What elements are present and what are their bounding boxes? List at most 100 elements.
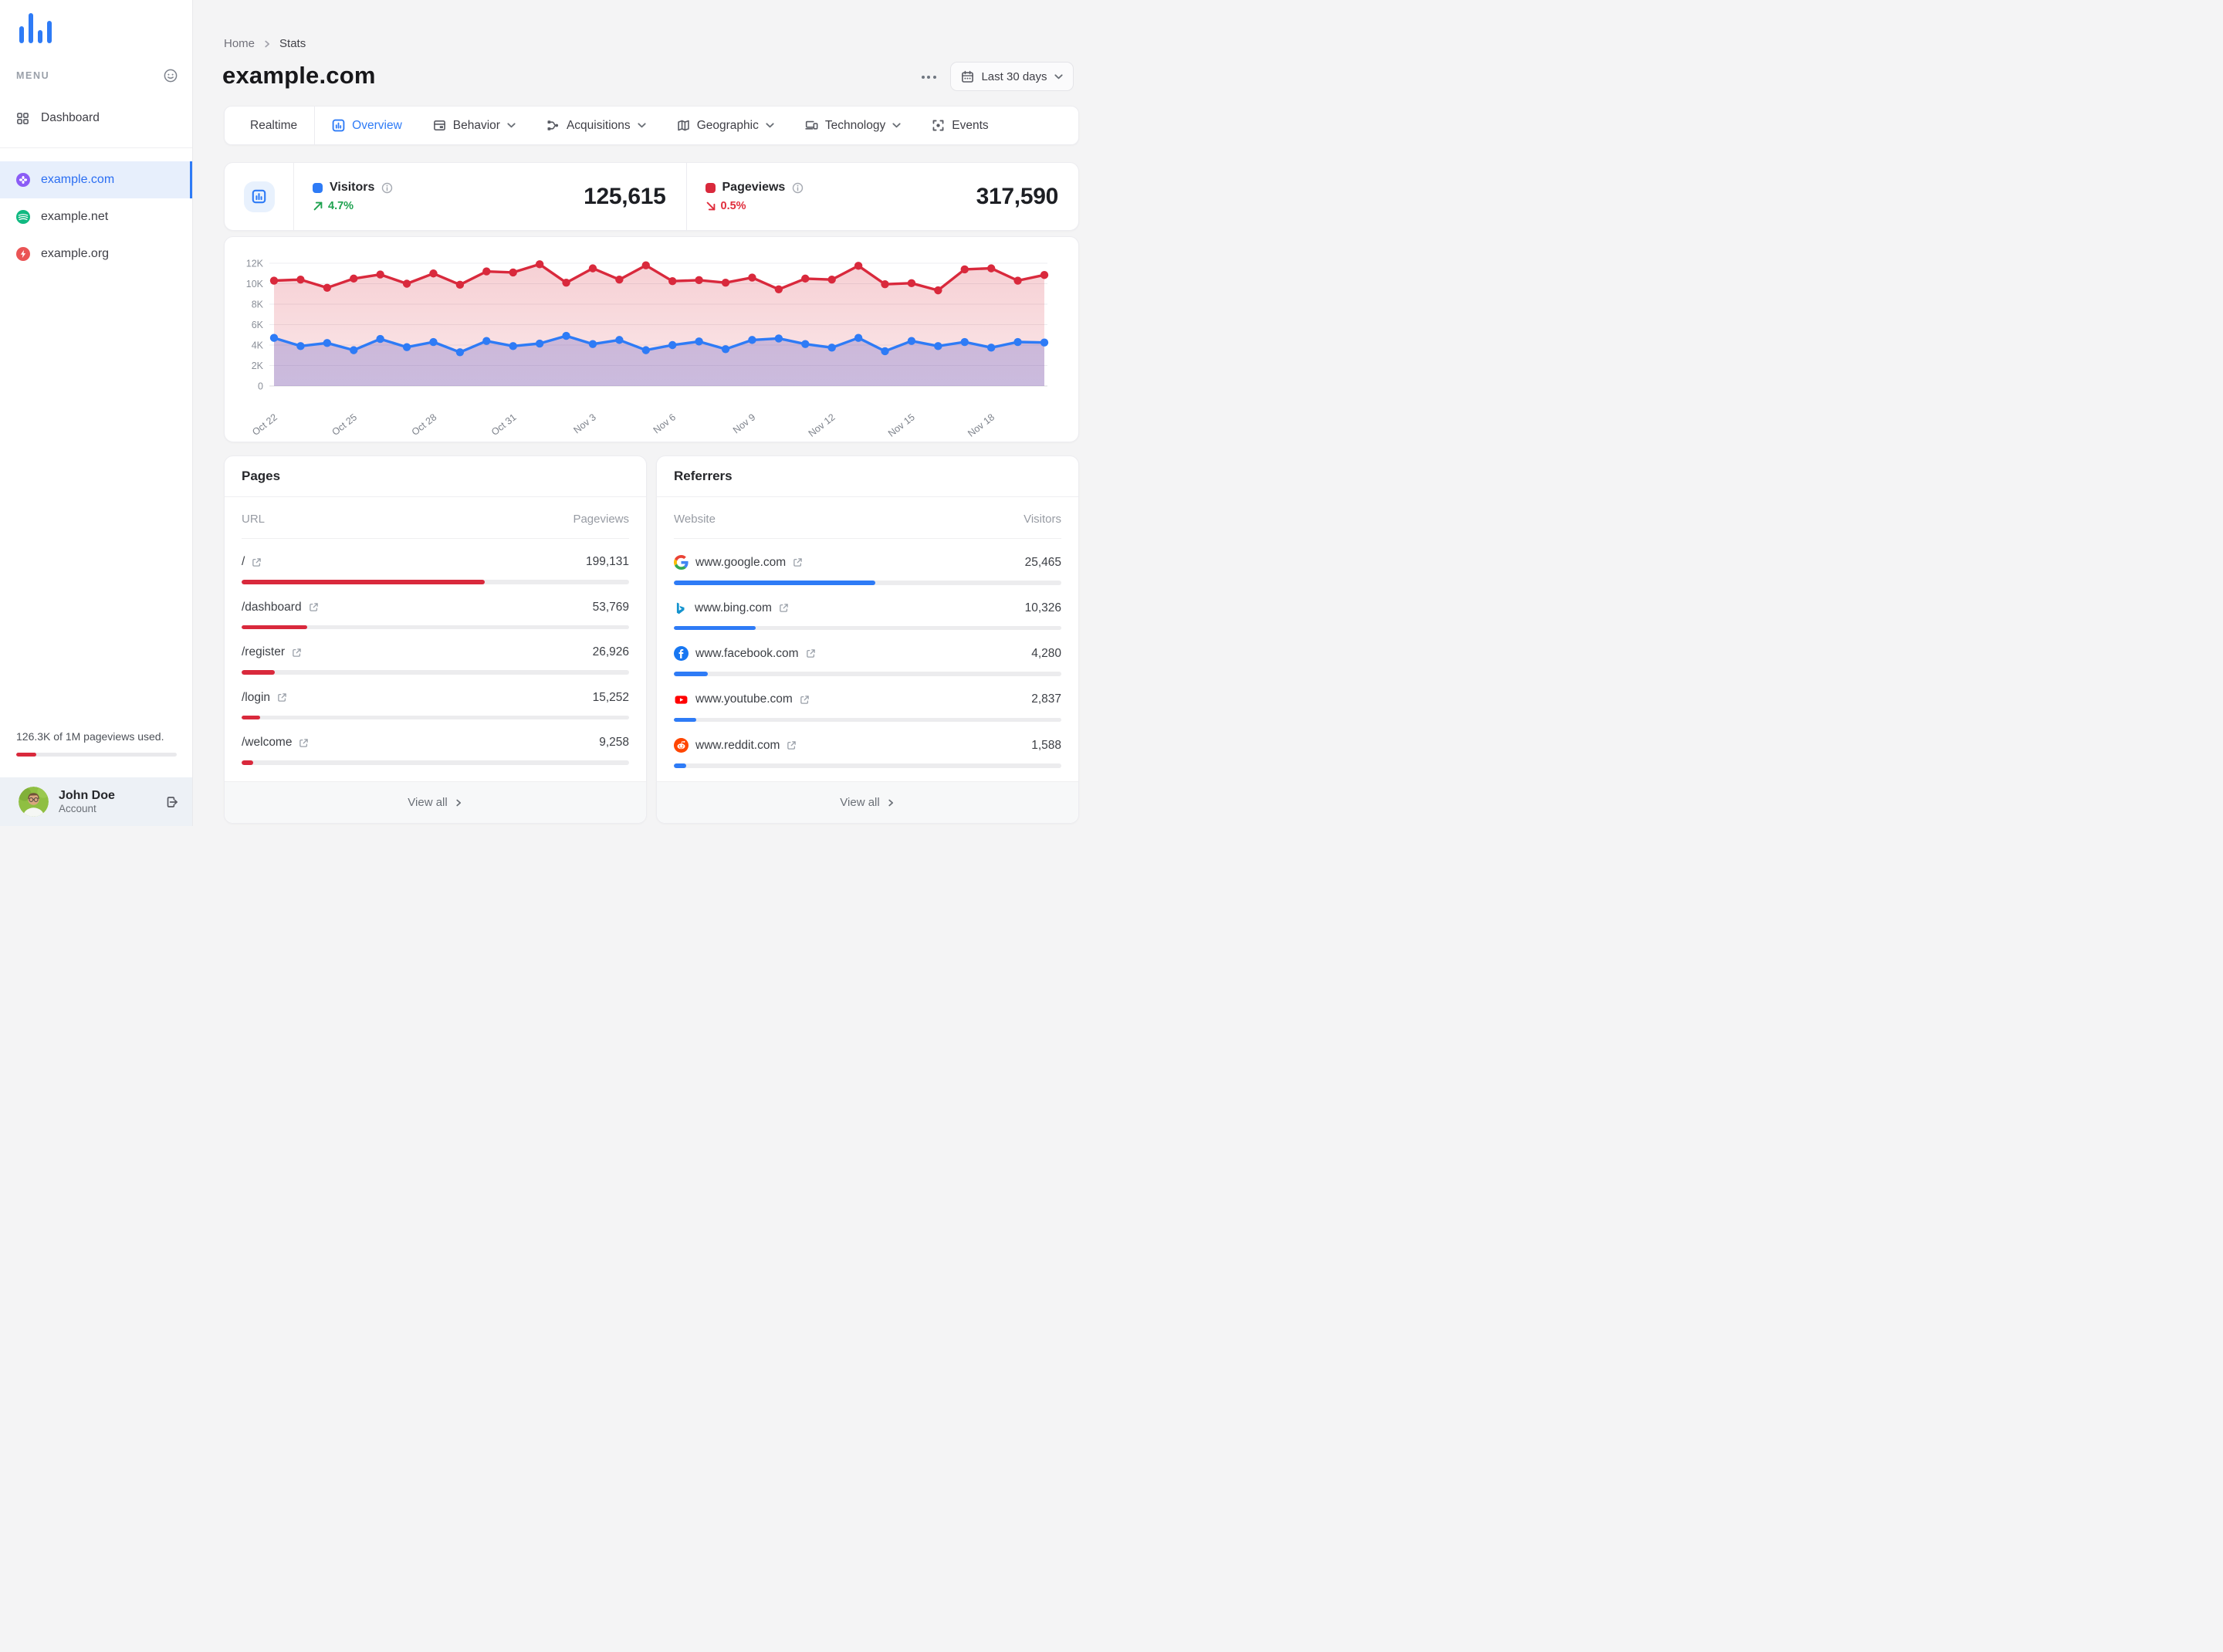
external-link-icon[interactable] bbox=[277, 692, 287, 702]
tab-technology[interactable]: Technology bbox=[790, 107, 916, 144]
visitors-data-point[interactable] bbox=[323, 339, 332, 347]
external-link-icon[interactable] bbox=[252, 557, 262, 567]
external-link-icon[interactable] bbox=[299, 738, 309, 748]
visitors-data-point[interactable] bbox=[455, 348, 465, 357]
pageviews-data-point[interactable] bbox=[535, 260, 544, 269]
visitors-data-point[interactable] bbox=[296, 342, 305, 350]
pageviews-data-point[interactable] bbox=[296, 276, 305, 284]
tab-acquisitions[interactable]: Acquisitions bbox=[531, 107, 661, 144]
more-options-button[interactable] bbox=[915, 69, 942, 85]
pageviews-data-point[interactable] bbox=[350, 274, 358, 283]
page-link[interactable]: /dashboard bbox=[242, 601, 319, 614]
sidebar-site-example.net[interactable]: example.net bbox=[0, 198, 192, 235]
info-icon[interactable] bbox=[792, 182, 804, 194]
pageviews-data-point[interactable] bbox=[641, 261, 650, 269]
visitors-data-point[interactable] bbox=[960, 337, 969, 347]
visitors-data-point[interactable] bbox=[402, 343, 411, 351]
tab-realtime[interactable]: Realtime bbox=[228, 107, 313, 144]
visitors-data-point[interactable] bbox=[986, 344, 996, 352]
pageviews-data-point[interactable] bbox=[960, 265, 969, 274]
tab-behavior[interactable]: Behavior bbox=[418, 107, 531, 144]
external-link-icon[interactable] bbox=[787, 740, 797, 750]
visitors-data-point[interactable] bbox=[509, 342, 517, 350]
date-range-button[interactable]: Last 30 days bbox=[950, 62, 1074, 91]
referrer-link[interactable]: www.bing.com bbox=[674, 601, 789, 615]
external-link-icon[interactable] bbox=[800, 695, 810, 705]
visitors-data-point[interactable] bbox=[376, 334, 384, 344]
visitors-data-point[interactable] bbox=[774, 334, 783, 343]
pages-view-all-button[interactable]: View all bbox=[225, 781, 646, 823]
pageviews-data-point[interactable] bbox=[482, 267, 491, 276]
tab-geographic[interactable]: Geographic bbox=[661, 107, 790, 144]
pageviews-data-point[interactable] bbox=[615, 276, 624, 284]
visitors-data-point[interactable] bbox=[827, 344, 836, 352]
external-link-icon[interactable] bbox=[309, 602, 319, 612]
referrer-link[interactable]: www.facebook.com bbox=[674, 646, 816, 661]
external-link-icon[interactable] bbox=[292, 648, 302, 658]
pageviews-data-point[interactable] bbox=[774, 285, 783, 293]
visitors-data-point[interactable] bbox=[482, 337, 491, 345]
external-link-icon[interactable] bbox=[779, 603, 789, 613]
pageviews-data-point[interactable] bbox=[376, 270, 384, 279]
account-button[interactable]: John Doe Account bbox=[0, 777, 192, 826]
referrer-link[interactable]: www.youtube.com bbox=[674, 692, 810, 707]
visitors-data-point[interactable] bbox=[695, 337, 703, 346]
visitors-data-point[interactable] bbox=[615, 336, 624, 344]
page-link[interactable]: / bbox=[242, 555, 262, 569]
visitors-data-point[interactable] bbox=[429, 337, 438, 347]
sidebar-site-example.org[interactable]: example.org bbox=[0, 235, 192, 273]
pageviews-data-point[interactable] bbox=[269, 276, 279, 285]
pageviews-data-point[interactable] bbox=[827, 276, 836, 284]
face-icon[interactable] bbox=[163, 68, 178, 83]
visitors-data-point[interactable] bbox=[668, 340, 677, 350]
pageviews-data-point[interactable] bbox=[323, 283, 332, 292]
info-icon[interactable] bbox=[381, 182, 393, 194]
breadcrumb-home-link[interactable]: Home bbox=[224, 37, 255, 50]
pageviews-data-point[interactable] bbox=[1040, 271, 1049, 279]
sidebar-site-example.com[interactable]: example.com bbox=[0, 161, 192, 198]
visitors-data-point[interactable] bbox=[881, 347, 889, 356]
referrers-view-all-button[interactable]: View all bbox=[657, 781, 1078, 823]
visitors-data-point[interactable] bbox=[907, 337, 916, 345]
pageviews-data-point[interactable] bbox=[881, 279, 889, 289]
pageviews-data-point[interactable] bbox=[588, 264, 597, 273]
page-link[interactable]: /register bbox=[242, 645, 302, 659]
pageviews-data-point[interactable] bbox=[455, 280, 465, 289]
visitors-data-point[interactable] bbox=[535, 339, 544, 348]
bar-chart-logo-icon[interactable] bbox=[19, 11, 52, 43]
pageviews-data-point[interactable] bbox=[509, 268, 517, 277]
pageviews-data-point[interactable] bbox=[402, 279, 411, 288]
visitors-data-point[interactable] bbox=[1013, 337, 1022, 347]
visitors-data-point[interactable] bbox=[269, 333, 279, 342]
pageviews-data-point[interactable] bbox=[986, 264, 996, 273]
sidebar-item-dashboard[interactable]: Dashboard bbox=[0, 101, 192, 135]
visitors-data-point[interactable] bbox=[721, 345, 730, 354]
referrer-link[interactable]: www.reddit.com bbox=[674, 738, 797, 753]
page-link[interactable]: /welcome bbox=[242, 736, 309, 750]
pageviews-data-point[interactable] bbox=[429, 269, 438, 278]
pageviews-data-point[interactable] bbox=[721, 278, 730, 287]
visitors-data-point[interactable] bbox=[588, 340, 597, 348]
pageviews-data-point[interactable] bbox=[1013, 276, 1022, 285]
pageviews-data-point[interactable] bbox=[695, 276, 703, 285]
tab-events[interactable]: Events bbox=[916, 107, 1003, 144]
visitors-data-point[interactable] bbox=[801, 340, 810, 348]
external-link-icon[interactable] bbox=[806, 648, 816, 658]
visitors-data-point[interactable] bbox=[854, 333, 863, 342]
pageviews-data-point[interactable] bbox=[748, 273, 756, 282]
pageviews-data-point[interactable] bbox=[854, 262, 863, 270]
visitors-data-point[interactable] bbox=[350, 346, 358, 354]
pageviews-data-point[interactable] bbox=[801, 274, 810, 283]
external-link-icon[interactable] bbox=[793, 557, 803, 567]
visitors-data-point[interactable] bbox=[934, 342, 942, 350]
visitors-data-point[interactable] bbox=[562, 331, 570, 340]
tab-overview[interactable]: Overview bbox=[316, 107, 418, 144]
logout-icon[interactable] bbox=[165, 795, 179, 809]
referrer-link[interactable]: www.google.com bbox=[674, 555, 803, 570]
visitors-data-point[interactable] bbox=[748, 336, 756, 344]
pageviews-data-point[interactable] bbox=[562, 278, 570, 287]
pageviews-data-point[interactable] bbox=[907, 279, 916, 288]
page-link[interactable]: /login bbox=[242, 691, 287, 705]
pageviews-data-point[interactable] bbox=[668, 276, 677, 286]
visitors-data-point[interactable] bbox=[1040, 338, 1049, 347]
